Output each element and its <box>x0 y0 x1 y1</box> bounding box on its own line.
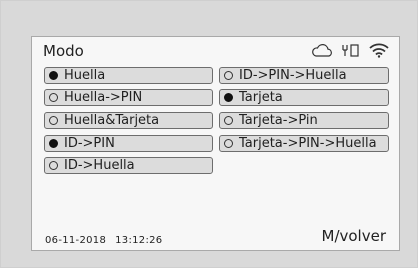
option-label: Huella <box>64 68 106 83</box>
option-label: Tarjeta <box>239 90 283 105</box>
radio-selected-icon <box>224 93 233 102</box>
radio-empty-icon <box>49 116 58 125</box>
option-tarjeta-pin[interactable]: Tarjeta->Pin <box>219 112 389 129</box>
status-bar <box>311 41 389 59</box>
option-huella[interactable]: Huella <box>44 67 213 84</box>
radio-selected-icon <box>49 139 58 148</box>
option-label: ID->PIN <box>64 136 115 151</box>
back-button[interactable]: M/volver <box>322 227 387 245</box>
radio-selected-icon <box>49 71 58 80</box>
option-label: ID->PIN->Huella <box>239 68 347 83</box>
option-id-huella[interactable]: ID->Huella <box>44 157 213 174</box>
option-label: Tarjeta->PIN->Huella <box>239 136 377 151</box>
option-id-pin-huella[interactable]: ID->PIN->Huella <box>219 67 389 84</box>
radio-empty-icon <box>224 116 233 125</box>
datetime: 06-11-2018 13:12:26 <box>45 235 162 246</box>
time-text: 13:12:26 <box>115 235 163 246</box>
page-title: Modo <box>43 42 84 60</box>
option-tarjeta[interactable]: Tarjeta <box>219 89 389 106</box>
radio-empty-icon <box>49 161 58 170</box>
option-label: Tarjeta->Pin <box>239 113 318 128</box>
option-id-pin[interactable]: ID->PIN <box>44 135 213 152</box>
cloud-icon <box>311 43 333 57</box>
radio-empty-icon <box>49 93 58 102</box>
radio-empty-icon <box>224 139 233 148</box>
option-label: Huella&Tarjeta <box>64 113 160 128</box>
mode-screen: Modo Huella Huella->PIN Huella&Tarjeta I… <box>31 36 400 251</box>
device-bezel: Modo Huella Huella->PIN Huella&Tarjeta I… <box>0 0 418 268</box>
wifi-icon <box>369 43 389 58</box>
option-label: ID->Huella <box>64 158 135 173</box>
date-text: 06-11-2018 <box>45 235 107 246</box>
option-huella-pin[interactable]: Huella->PIN <box>44 89 213 106</box>
option-label: Huella->PIN <box>64 90 143 105</box>
option-huella-tarjeta[interactable]: Huella&Tarjeta <box>44 112 213 129</box>
option-tarjeta-pin-huella[interactable]: Tarjeta->PIN->Huella <box>219 135 389 152</box>
usb-icon <box>342 43 360 57</box>
radio-empty-icon <box>224 71 233 80</box>
